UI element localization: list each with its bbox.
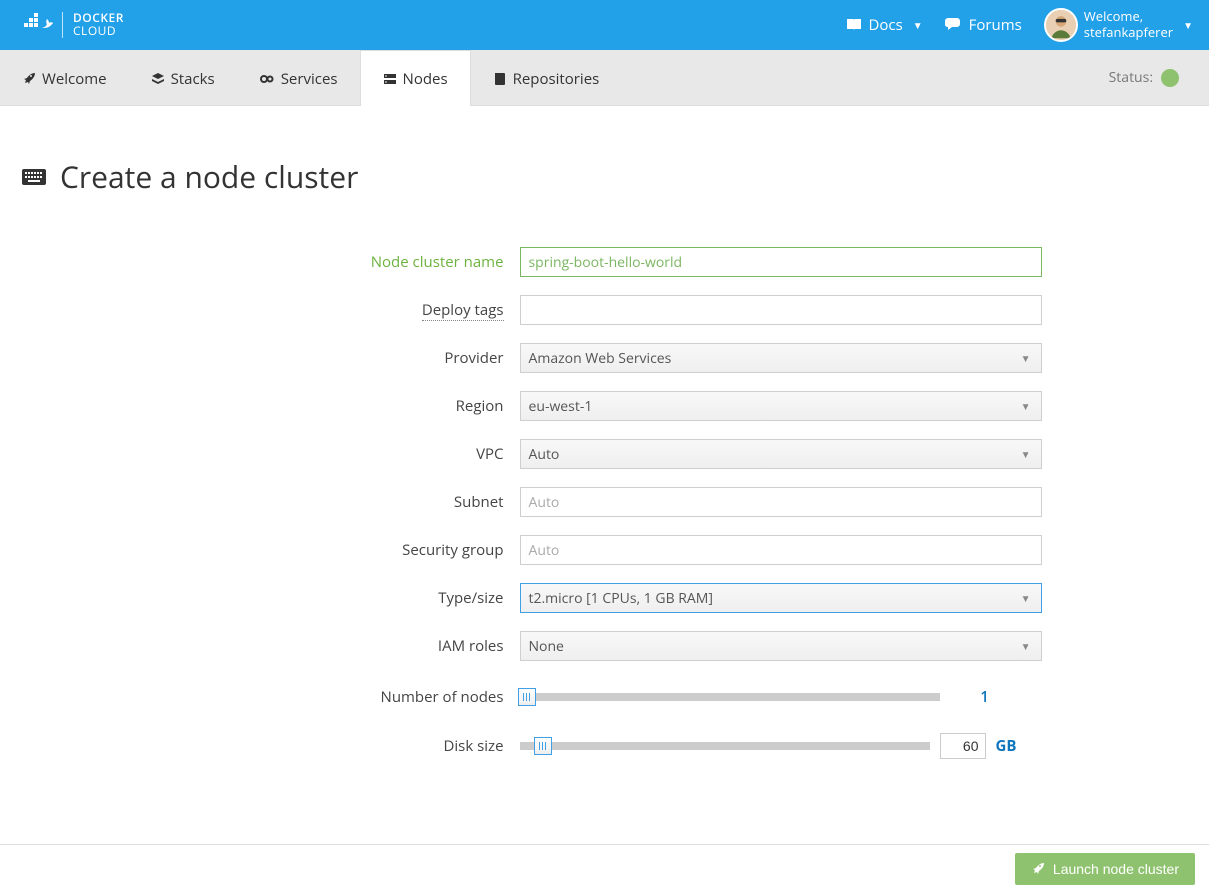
tab-services[interactable]: Services bbox=[237, 50, 360, 105]
nodes-value: 1 bbox=[970, 687, 1000, 707]
tags-label: Deploy tags bbox=[140, 300, 520, 320]
chat-icon bbox=[945, 18, 963, 32]
tab-welcome[interactable]: Welcome bbox=[0, 50, 129, 105]
secgroup-input[interactable]: Auto bbox=[520, 535, 1042, 565]
status-dot-icon bbox=[1161, 69, 1179, 87]
chevron-down-icon: ▼ bbox=[1021, 447, 1031, 461]
docker-whale-icon bbox=[22, 13, 54, 37]
region-value: eu-west-1 bbox=[529, 397, 593, 416]
gears-icon bbox=[259, 72, 275, 86]
top-bar: DOCKER CLOUD Docs ▼ Forums bbox=[0, 0, 1209, 50]
nodes-label: Number of nodes bbox=[140, 687, 520, 707]
provider-select[interactable]: Amazon Web Services ▼ bbox=[520, 343, 1042, 373]
chevron-down-icon: ▼ bbox=[1021, 351, 1031, 365]
status-indicator: Status: bbox=[1109, 50, 1197, 105]
brand-text: DOCKER CLOUD bbox=[62, 12, 124, 37]
name-label: Node cluster name bbox=[140, 252, 520, 272]
disk-slider[interactable] bbox=[520, 742, 930, 750]
disk-unit: GB bbox=[996, 736, 1017, 756]
tab-repositories[interactable]: Repositories bbox=[471, 50, 622, 105]
forums-link[interactable]: Forums bbox=[945, 15, 1022, 35]
tab-label: Repositories bbox=[513, 69, 600, 89]
docs-label: Docs bbox=[868, 15, 902, 35]
subnet-label: Subnet bbox=[140, 492, 520, 512]
caret-down-icon: ▼ bbox=[1183, 18, 1193, 32]
provider-label: Provider bbox=[140, 348, 520, 368]
top-bar-links: Docs ▼ Forums Welcome, stefankapferer bbox=[846, 8, 1193, 42]
tags-input[interactable] bbox=[520, 295, 1042, 325]
brand-line2: CLOUD bbox=[73, 25, 124, 38]
chevron-down-icon: ▼ bbox=[1021, 591, 1031, 605]
disk-input[interactable] bbox=[940, 733, 986, 759]
region-select[interactable]: eu-west-1 ▼ bbox=[520, 391, 1042, 421]
slider-handle[interactable] bbox=[534, 737, 552, 755]
name-input[interactable]: spring-boot-hello-world bbox=[520, 247, 1042, 277]
book-icon bbox=[846, 18, 862, 32]
region-label: Region bbox=[140, 396, 520, 416]
user-menu[interactable]: Welcome, stefankapferer ▼ bbox=[1044, 8, 1193, 42]
launch-button[interactable]: Launch node cluster bbox=[1015, 853, 1195, 885]
rocket-icon bbox=[1031, 862, 1045, 876]
tab-stacks[interactable]: Stacks bbox=[129, 50, 237, 105]
caret-down-icon: ▼ bbox=[913, 18, 923, 32]
vpc-label: VPC bbox=[140, 444, 520, 464]
type-label: Type/size bbox=[140, 588, 520, 608]
provider-value: Amazon Web Services bbox=[529, 349, 672, 368]
type-select[interactable]: t2.micro [1 CPUs, 1 GB RAM] ▼ bbox=[520, 583, 1042, 613]
iam-label: IAM roles bbox=[140, 636, 520, 656]
vpc-select[interactable]: Auto ▼ bbox=[520, 439, 1042, 469]
username: stefankapferer bbox=[1084, 25, 1173, 41]
book-icon bbox=[493, 72, 507, 86]
tab-label: Services bbox=[281, 69, 338, 89]
iam-select[interactable]: None ▼ bbox=[520, 631, 1042, 661]
tab-bar: Welcome Stacks Services Nodes Repositori… bbox=[0, 50, 1209, 106]
keyboard-icon bbox=[22, 167, 46, 187]
docs-link[interactable]: Docs ▼ bbox=[846, 15, 922, 35]
vpc-value: Auto bbox=[529, 445, 560, 464]
welcome-block: Welcome, stefankapferer bbox=[1084, 9, 1173, 40]
page-content: Create a node cluster Node cluster name … bbox=[0, 106, 1209, 759]
page-title: Create a node cluster bbox=[60, 156, 358, 197]
rocket-icon bbox=[22, 72, 36, 86]
avatar bbox=[1044, 8, 1078, 42]
footer-bar: Launch node cluster bbox=[0, 844, 1209, 893]
iam-value: None bbox=[529, 637, 564, 656]
launch-label: Launch node cluster bbox=[1053, 861, 1179, 877]
chevron-down-icon: ▼ bbox=[1021, 399, 1031, 413]
tab-label: Stacks bbox=[171, 69, 215, 89]
disk-label: Disk size bbox=[140, 736, 520, 756]
server-icon bbox=[383, 72, 397, 86]
slider-handle[interactable] bbox=[518, 688, 536, 706]
node-cluster-form: Node cluster name spring-boot-hello-worl… bbox=[140, 247, 1070, 759]
forums-label: Forums bbox=[969, 15, 1022, 35]
type-value: t2.micro [1 CPUs, 1 GB RAM] bbox=[529, 589, 713, 608]
subnet-input[interactable]: Auto bbox=[520, 487, 1042, 517]
tab-label: Welcome bbox=[42, 69, 107, 89]
secgroup-label: Security group bbox=[140, 540, 520, 560]
tab-nodes[interactable]: Nodes bbox=[360, 50, 471, 106]
brand-logo[interactable]: DOCKER CLOUD bbox=[22, 12, 124, 37]
chevron-down-icon: ▼ bbox=[1021, 639, 1031, 653]
status-label: Status: bbox=[1109, 68, 1153, 87]
layers-icon bbox=[151, 72, 165, 86]
nodes-slider[interactable] bbox=[520, 693, 940, 701]
tab-label: Nodes bbox=[403, 69, 448, 89]
